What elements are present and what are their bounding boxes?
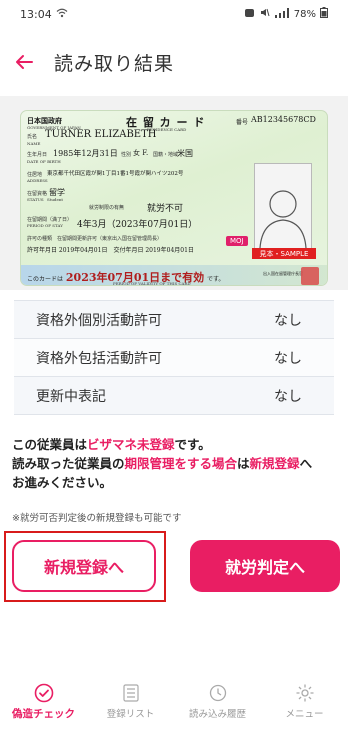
card-validity-prefix: このカードは bbox=[27, 276, 64, 283]
card-number-label: 番号 bbox=[236, 119, 249, 126]
card-status-label-en: STATUS bbox=[27, 197, 44, 202]
card-status-label: 在留資格 bbox=[27, 191, 48, 197]
card-permit-label: 許可の種類 bbox=[27, 236, 53, 242]
clock: 13:04 bbox=[20, 7, 52, 21]
msg-emphasis: 新規登録 bbox=[249, 456, 300, 471]
msg-emphasis: ビザマネ未登録 bbox=[87, 437, 175, 452]
table-row: 資格外包括活動許可 なし bbox=[14, 339, 334, 377]
card-nationality-label: 国籍・地域 bbox=[153, 152, 179, 158]
back-button[interactable] bbox=[2, 40, 46, 84]
card-sex-label: 性別 bbox=[121, 152, 132, 158]
card-photo bbox=[254, 163, 312, 249]
card-address-label-en: ADDRESS bbox=[27, 178, 48, 183]
card-dob-label: 生年月日 bbox=[27, 152, 48, 158]
msg-text: この従業員は bbox=[12, 437, 88, 452]
note-text: ※就労可否判定後の新規登録も可能です bbox=[12, 513, 182, 524]
card-validity-suffix: です。 bbox=[207, 276, 225, 283]
row-value: なし bbox=[274, 312, 302, 329]
list-icon bbox=[121, 683, 141, 703]
msg-text: へ bbox=[299, 456, 313, 471]
bottom-nav: 偽造チェック 登録リスト 読み込み履歴 メニュー bbox=[0, 683, 348, 737]
signal-icon bbox=[274, 7, 290, 21]
table-row: 更新中表記 なし bbox=[14, 377, 334, 415]
card-nationality: 米国 bbox=[177, 149, 193, 158]
msg-text: お進みください。 bbox=[12, 475, 113, 490]
row-label: 資格外個別活動許可 bbox=[36, 312, 162, 329]
msg-text: 読み取った従業員の bbox=[12, 456, 125, 471]
nav-label: 偽造チェック bbox=[12, 708, 75, 720]
card-moj-mark: MOJ bbox=[226, 236, 248, 246]
card-sample-label: 見本・SAMPLE bbox=[252, 248, 316, 259]
battery-icon bbox=[320, 7, 328, 21]
card-status-en: Student bbox=[47, 197, 64, 202]
card-seal bbox=[301, 267, 319, 285]
card-permit-date: 許可年月日 2019年04月01日 交付年月日 2019年04月01日 bbox=[27, 247, 194, 254]
row-label: 資格外包括活動許可 bbox=[36, 350, 162, 367]
card-permit: 在留期間更新許可（東京出入国在留管理局長） bbox=[57, 236, 163, 242]
card-issuer: 出入国在留管理庁長官 bbox=[263, 271, 303, 276]
gear-icon bbox=[295, 683, 315, 703]
card-name: TURNER ELIZABETH bbox=[45, 129, 157, 140]
row-value: なし bbox=[274, 350, 302, 367]
alarm-icon bbox=[244, 7, 255, 21]
card-period-label-en: PERIOD OF STAY bbox=[27, 223, 63, 228]
card-period: 4年3月（2023年07月01日） bbox=[77, 220, 198, 230]
card-name-label: 氏名 bbox=[27, 134, 38, 140]
nav-item-menu[interactable]: メニュー bbox=[261, 683, 348, 720]
register-button[interactable]: 新規登録へ bbox=[12, 540, 156, 592]
nav-label: 登録リスト bbox=[106, 709, 155, 720]
row-label: 更新中表記 bbox=[36, 388, 106, 405]
arrow-left-icon bbox=[16, 55, 33, 69]
nav-label: メニュー bbox=[285, 709, 324, 720]
mute-icon bbox=[259, 7, 270, 21]
check-circle-icon bbox=[34, 683, 54, 703]
msg-text: は bbox=[237, 456, 250, 471]
card-dob-label-en: DATE OF BIRTH bbox=[27, 159, 61, 164]
residence-card: 日本国政府 GOVERNMENT OF JAPAN 在 留 カ ー ド RESI… bbox=[20, 110, 328, 286]
permission-table: 資格外個別活動許可 なし 資格外包括活動許可 なし 更新中表記 なし bbox=[14, 300, 334, 415]
card-period-label: 在留期間（満了日） bbox=[27, 217, 73, 223]
card-address-label: 住居地 bbox=[27, 172, 43, 178]
status-bar: 13:04 78% bbox=[0, 0, 348, 28]
card-number: AB12345678CD bbox=[251, 115, 316, 124]
nav-item-registration-list[interactable]: 登録リスト bbox=[87, 683, 174, 720]
card-address: 東京都千代田区霞が関1丁目1番1号霞が関ハイツ202号 bbox=[47, 171, 184, 177]
card-work-label: 就労制限の有無 bbox=[89, 205, 125, 211]
app-bar: 読み取り結果 bbox=[0, 40, 348, 84]
card-validity-en: PERIOD OF VALIDITY OF THIS CARD bbox=[113, 281, 191, 286]
nav-item-read-history[interactable]: 読み込み履歴 bbox=[174, 683, 261, 720]
nav-label: 読み込み履歴 bbox=[188, 709, 246, 720]
person-silhouette-icon bbox=[259, 190, 307, 248]
wifi-icon bbox=[56, 8, 68, 21]
msg-emphasis: 期限管理をする場合 bbox=[124, 456, 238, 471]
row-value: なし bbox=[274, 388, 302, 405]
card-work: 就労不可 bbox=[147, 204, 184, 214]
table-row: 資格外個別活動許可 なし bbox=[14, 301, 334, 339]
msg-text: です。 bbox=[174, 437, 211, 452]
guidance-message: この従業員はビザマネ未登録です。 読み取った従業員の期限管理をする場合は新規登録… bbox=[12, 435, 342, 492]
card-sex: 女 F. bbox=[133, 149, 149, 157]
history-icon bbox=[208, 683, 228, 703]
work-judge-button[interactable]: 就労判定へ bbox=[190, 540, 340, 592]
page-title: 読み取り結果 bbox=[54, 52, 175, 75]
card-name-label-en: NAME bbox=[27, 141, 41, 146]
nav-item-forgery-check[interactable]: 偽造チェック bbox=[0, 683, 87, 721]
battery-level: 78% bbox=[293, 8, 316, 20]
card-dob: 1985年12月31日 bbox=[53, 149, 118, 158]
